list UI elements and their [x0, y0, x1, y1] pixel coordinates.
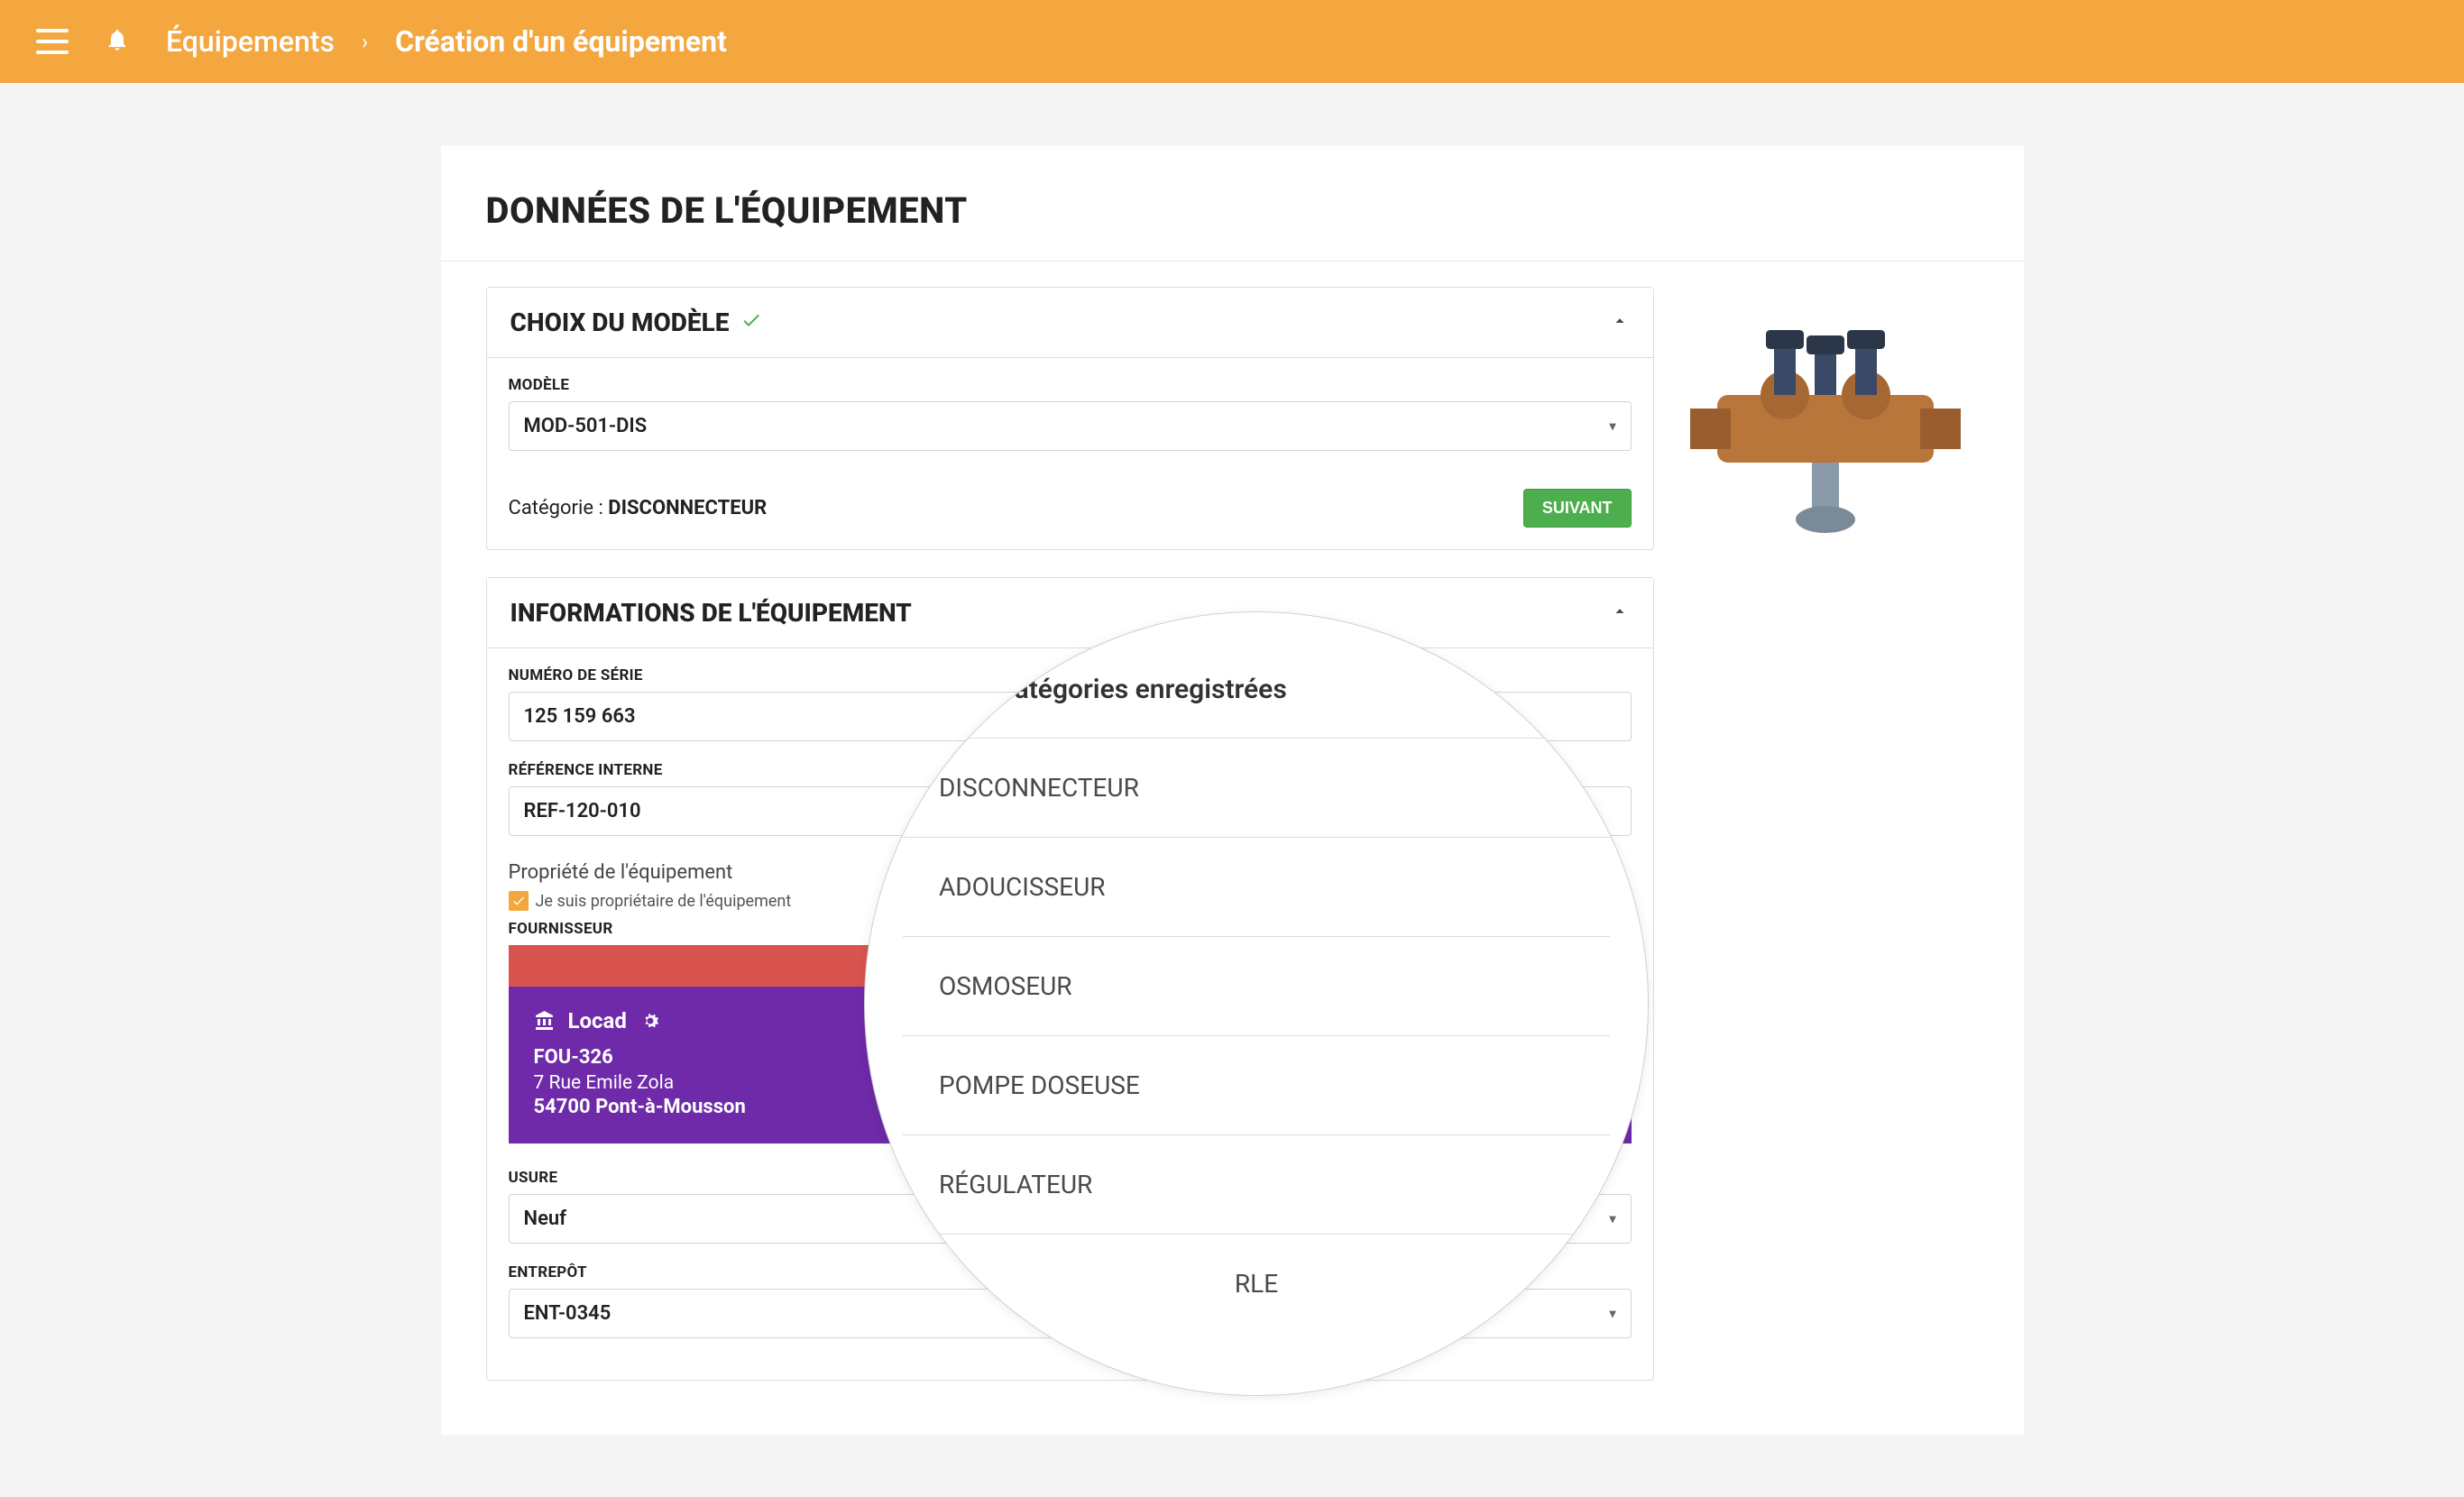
- category-item[interactable]: RÉGULATEUR: [903, 1134, 1610, 1234]
- category-item[interactable]: OSMOSEUR: [903, 936, 1610, 1035]
- caret-down-icon: ▾: [1609, 419, 1615, 434]
- model-value: MOD-501-DIS: [524, 415, 648, 437]
- panel-model-title: CHOIX DU MODÈLE: [510, 308, 730, 337]
- chevron-up-icon[interactable]: [1610, 311, 1630, 335]
- chevron-up-icon[interactable]: [1610, 602, 1630, 625]
- categories-popover: Catégories enregistrées DISCONNECTEUR AD…: [864, 611, 1649, 1396]
- ownership-checkbox-label: Je suis propriétaire de l'équipement: [536, 892, 792, 911]
- menu-icon[interactable]: [36, 29, 69, 54]
- bank-icon: [534, 1010, 556, 1032]
- gear-icon[interactable]: [639, 1010, 661, 1032]
- usure-value: Neuf: [524, 1208, 567, 1230]
- accent-bar: [0, 0, 2464, 5]
- page-title: DONNÉES DE L'ÉQUIPEMENT: [441, 189, 2024, 262]
- category-item[interactable]: POMPE DOSEUSE: [903, 1035, 1610, 1134]
- chevron-right-icon: ›: [362, 29, 368, 54]
- breadcrumb: Équipements › Création d'un équipement: [166, 24, 727, 59]
- category-item[interactable]: ADOUCISSEUR: [903, 837, 1610, 936]
- category-value: DISCONNECTEUR: [608, 497, 767, 519]
- panel-info-header[interactable]: INFORMATIONS DE L'ÉQUIPEMENT: [487, 578, 1653, 648]
- app-header: Équipements › Création d'un équipement: [0, 0, 2464, 83]
- panel-info-title: INFORMATIONS DE L'ÉQUIPEMENT: [510, 598, 912, 628]
- model-label: MODÈLE: [509, 376, 1632, 394]
- ref-value: REF-120-010: [524, 800, 641, 822]
- checkbox-checked-icon[interactable]: [509, 891, 529, 911]
- breadcrumb-current: Création d'un équipement: [395, 24, 727, 59]
- category-item[interactable]: DISCONNECTEUR: [903, 738, 1610, 837]
- breadcrumb-root[interactable]: Équipements: [166, 24, 335, 59]
- caret-down-icon: ▾: [1609, 1307, 1615, 1321]
- serial-value: 125 159 663: [524, 705, 636, 728]
- bell-icon[interactable]: [105, 27, 130, 56]
- panel-model: CHOIX DU MODÈLE MODÈLE: [486, 287, 1654, 550]
- caret-down-icon: ▾: [1609, 1212, 1615, 1226]
- entrepot-value: ENT-0345: [524, 1302, 611, 1325]
- supplier-name: Locad: [568, 1008, 627, 1033]
- category-label: Catégorie :: [509, 497, 603, 519]
- check-icon: [740, 308, 762, 337]
- panel-model-header[interactable]: CHOIX DU MODÈLE: [487, 288, 1653, 358]
- equipment-image: [1690, 287, 1961, 557]
- model-select[interactable]: MOD-501-DIS ▾: [509, 401, 1632, 451]
- next-button[interactable]: SUIVANT: [1523, 489, 1632, 528]
